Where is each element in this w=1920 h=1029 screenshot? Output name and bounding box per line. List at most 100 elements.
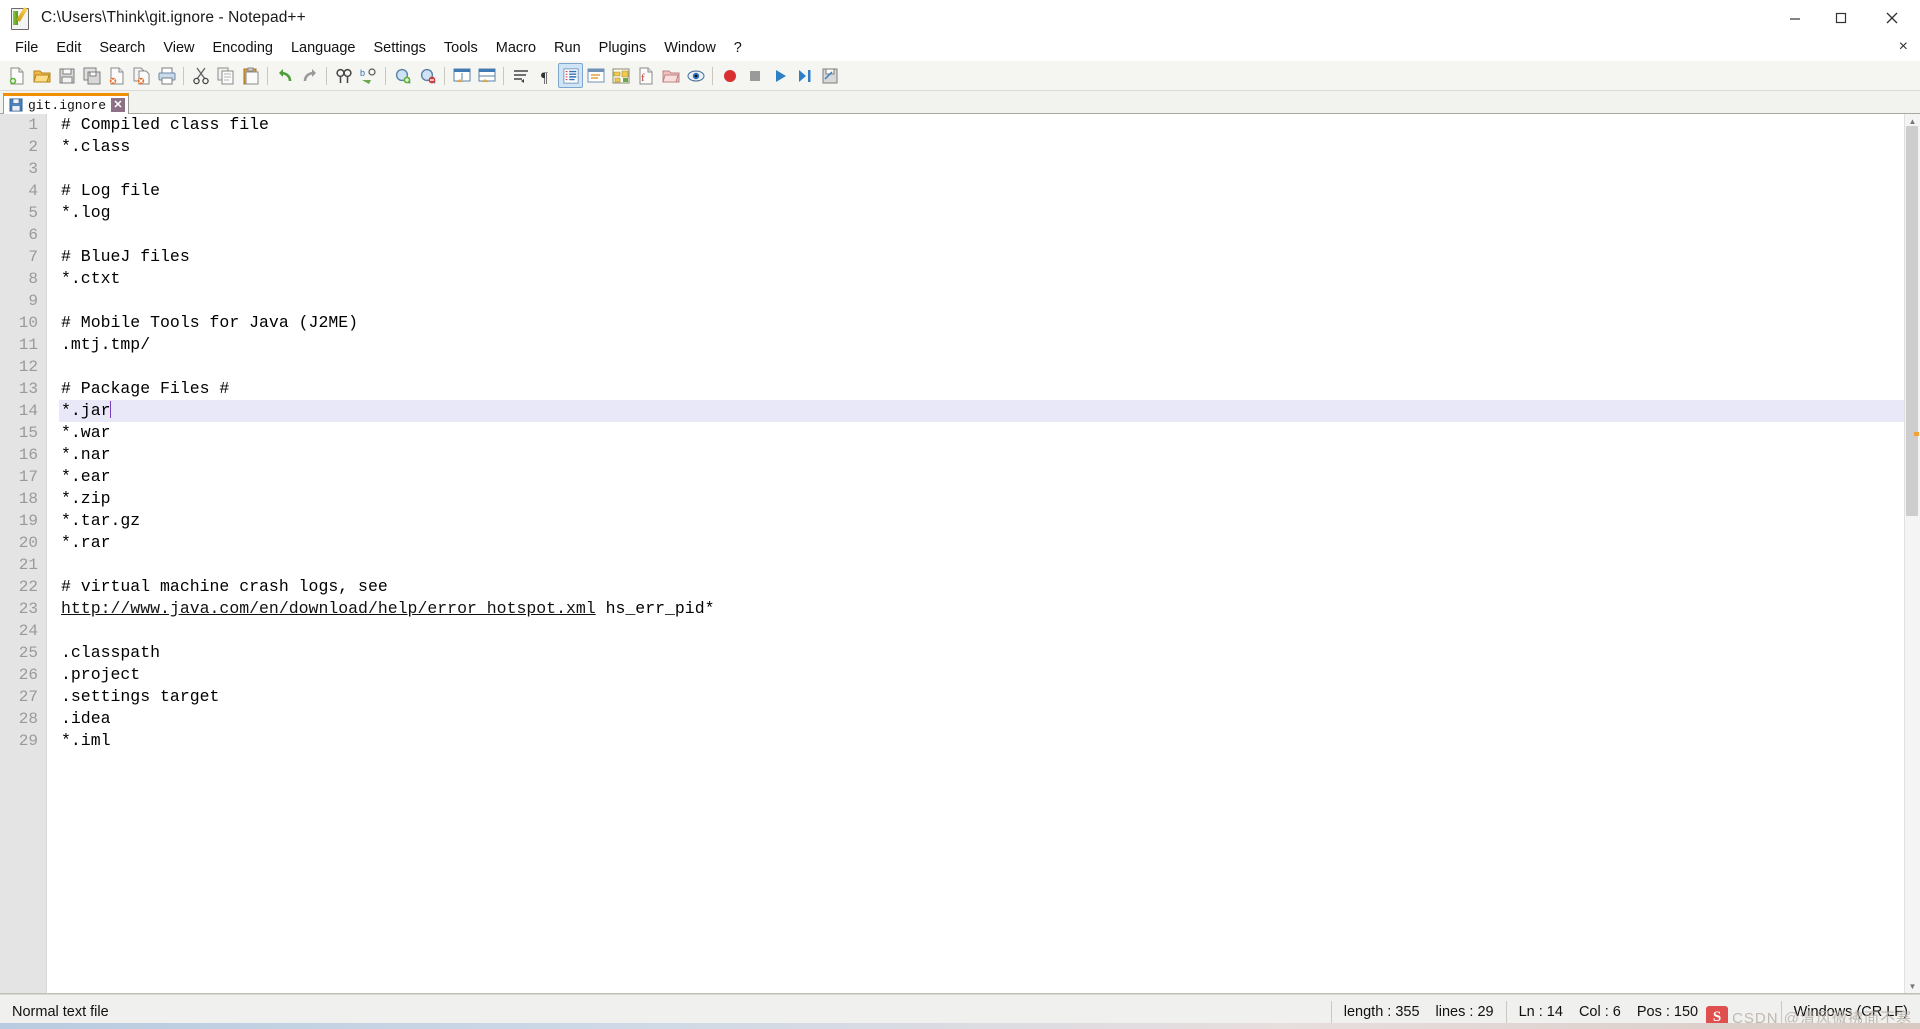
new-file-icon[interactable] <box>4 63 29 88</box>
code-line[interactable]: *.ear <box>59 466 1920 488</box>
code-line[interactable]: .classpath <box>59 642 1920 664</box>
code-line[interactable]: *.iml <box>59 730 1920 752</box>
menu-item-help[interactable]: ? <box>725 38 751 59</box>
code-line[interactable]: # Log file <box>59 180 1920 202</box>
line-number: 17 <box>18 468 38 486</box>
code-line[interactable]: *.jar <box>59 400 1920 422</box>
menu-item-search[interactable]: Search <box>90 38 154 59</box>
show-all-characters-icon[interactable]: ¶ <box>533 63 558 88</box>
code-line[interactable]: # Package Files # <box>59 378 1920 400</box>
code-content[interactable]: # Compiled class file *.class # Log file *.… <box>59 114 1920 993</box>
cut-icon[interactable] <box>188 63 213 88</box>
stop-macro-icon[interactable] <box>742 63 767 88</box>
code-line[interactable] <box>59 356 1920 378</box>
copy-icon[interactable] <box>213 63 238 88</box>
tab-close-icon[interactable]: ✕ <box>111 98 126 112</box>
status-length-lines: length : 355 lines : 29 <box>1332 1001 1506 1023</box>
code-line[interactable] <box>59 620 1920 642</box>
line-number: 20 <box>18 534 38 552</box>
code-line[interactable]: # Compiled class file <box>59 114 1920 136</box>
scrollbar-thumb[interactable] <box>1906 126 1918 516</box>
print-icon[interactable] <box>154 63 179 88</box>
editor-area[interactable]: 1 2 3 4 5 6 7 8 9 10 11 12 13 14 15 16 17 18 19 20 21 22 23 24 2… <box>0 114 1920 994</box>
menu-item-view[interactable]: View <box>154 38 203 59</box>
close-all-files-icon[interactable] <box>129 63 154 88</box>
menu-item-run[interactable]: Run <box>545 38 590 59</box>
paste-icon[interactable] <box>238 63 263 88</box>
menu-item-macro[interactable]: Macro <box>487 38 545 59</box>
menu-item-plugins[interactable]: Plugins <box>590 38 656 59</box>
menu-item-window[interactable]: Window <box>655 38 725 59</box>
line-number-gutter: 1 2 3 4 5 6 7 8 9 10 11 12 13 14 15 16 17 18 19 20 21 22 23 24 2… <box>0 114 46 993</box>
minimize-button[interactable] <box>1772 0 1818 36</box>
code-line[interactable]: # Mobile Tools for Java (J2ME) <box>59 312 1920 334</box>
code-text: *.zip <box>61 489 111 508</box>
close-file-icon[interactable] <box>104 63 129 88</box>
code-line[interactable]: *.tar.gz <box>59 510 1920 532</box>
menu-item-tools[interactable]: Tools <box>435 38 487 59</box>
menu-item-settings[interactable]: Settings <box>364 38 434 59</box>
code-line[interactable]: *.log <box>59 202 1920 224</box>
function-list-icon[interactable]: f <box>633 63 658 88</box>
zoom-out-icon[interactable] <box>415 63 440 88</box>
menu-item-encoding[interactable]: Encoding <box>204 38 282 59</box>
save-icon[interactable] <box>54 63 79 88</box>
sync-horizontal-scrolling-icon[interactable] <box>474 63 499 88</box>
run-macro-multiple-icon[interactable] <box>792 63 817 88</box>
monitoring-icon[interactable] <box>683 63 708 88</box>
code-line[interactable] <box>59 158 1920 180</box>
code-line[interactable]: *.nar <box>59 444 1920 466</box>
code-text: .mtj.tmp/ <box>61 335 151 354</box>
code-line[interactable]: *.rar <box>59 532 1920 554</box>
save-all-icon[interactable] <box>79 63 104 88</box>
close-button[interactable] <box>1864 0 1920 36</box>
line-number: 2 <box>28 138 38 156</box>
code-line[interactable] <box>59 290 1920 312</box>
code-line[interactable]: .mtj.tmp/ <box>59 334 1920 356</box>
code-line[interactable]: # virtual machine crash logs, see <box>59 576 1920 598</box>
line-number: 23 <box>18 600 38 618</box>
code-line[interactable] <box>59 224 1920 246</box>
code-line[interactable]: *.zip <box>59 488 1920 510</box>
save-macro-icon[interactable] <box>817 63 842 88</box>
code-line[interactable]: *.ctxt <box>59 268 1920 290</box>
open-file-icon[interactable] <box>29 63 54 88</box>
code-line[interactable]: http://www.java.com/en/download/help/err… <box>59 598 1920 620</box>
document-map-icon[interactable] <box>608 63 633 88</box>
code-line[interactable]: # BlueJ files <box>59 246 1920 268</box>
redo-icon[interactable] <box>297 63 322 88</box>
code-line[interactable]: .project <box>59 664 1920 686</box>
tab-git-ignore[interactable]: git.ignore ✕ <box>3 93 130 114</box>
code-text: .classpath <box>61 643 161 662</box>
scroll-down-icon[interactable]: ▼ <box>1905 979 1920 993</box>
fold-margin[interactable] <box>46 114 59 993</box>
menu-item-file[interactable]: File <box>6 38 47 59</box>
replace-icon[interactable]: b <box>356 63 381 88</box>
url-link[interactable]: http://www.java.com/en/download/help/err… <box>61 599 596 618</box>
code-line[interactable]: .settings target <box>59 686 1920 708</box>
code-text: *.jar <box>61 401 111 420</box>
playback-macro-icon[interactable] <box>767 63 792 88</box>
code-line[interactable] <box>59 554 1920 576</box>
code-line[interactable]: .idea <box>59 708 1920 730</box>
menu-item-edit[interactable]: Edit <box>47 38 90 59</box>
vertical-scrollbar[interactable]: ▲ ▼ <box>1904 114 1920 993</box>
find-icon[interactable] <box>331 63 356 88</box>
word-wrap-icon[interactable] <box>508 63 533 88</box>
undo-icon[interactable] <box>272 63 297 88</box>
scrollbar-marker <box>1914 432 1919 436</box>
indent-guide-icon[interactable] <box>558 63 583 88</box>
record-macro-icon[interactable] <box>717 63 742 88</box>
folder-as-workspace-icon[interactable] <box>658 63 683 88</box>
user-defined-dialog-icon[interactable] <box>583 63 608 88</box>
code-line[interactable]: *.class <box>59 136 1920 158</box>
sync-vertical-scrolling-icon[interactable] <box>449 63 474 88</box>
close-document-icon[interactable]: × <box>1899 38 1908 56</box>
maximize-button[interactable] <box>1818 0 1864 36</box>
line-number: 1 <box>28 116 38 134</box>
svg-text:f: f <box>641 72 645 84</box>
title-bar: C:\Users\Think\git.ignore - Notepad++ <box>0 0 1920 36</box>
zoom-in-icon[interactable] <box>390 63 415 88</box>
code-line[interactable]: *.war <box>59 422 1920 444</box>
menu-item-language[interactable]: Language <box>282 38 365 59</box>
